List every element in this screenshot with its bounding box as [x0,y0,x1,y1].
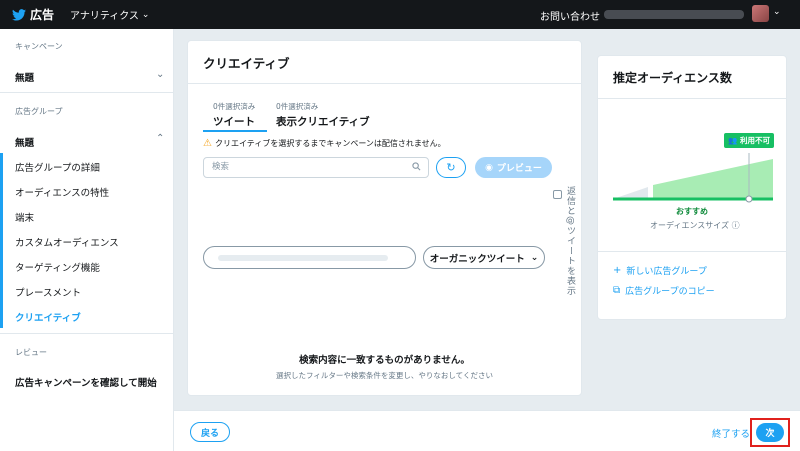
new-adgroup-label: 新しい広告グループ [626,267,707,277]
tab-count: 0件選択済み [213,102,256,111]
search-icon [412,162,421,171]
divider [598,98,786,99]
sidebar-item-creative[interactable]: クリエイティブ [15,310,81,324]
page-title: クリエイティブ [203,56,290,71]
analytics-menu[interactable]: アナリティクス ⌄ [70,7,150,23]
sidebar-item-adgroup-details[interactable]: 広告グループの詳細 [15,160,100,174]
brand-label: 広告 [30,8,55,22]
sidebar-item-review[interactable]: 広告キャンペーンを確認して開始 [15,375,157,389]
next-button-highlight: 次 [750,418,790,447]
audience-estimate-card: 推定オーディエンス数 👥 利用不可 おすすめ オーディエンスサイズ ⓘ + 新し… [597,55,787,320]
copy-adgroup-label: 広告グループのコピー [625,287,715,297]
organic-tweets-dropdown[interactable]: オーガニックツイート ⌄ [423,246,545,269]
chevron-up-icon[interactable]: ⌃ [156,133,164,144]
chevron-down-icon: ⌄ [530,252,539,263]
chevron-down-icon[interactable]: ⌄ [773,7,781,17]
chevron-down-icon[interactable]: ⌄ [156,69,164,80]
sidebar-campaign-name[interactable]: 無題 [15,70,34,84]
refresh-icon: ↻ [446,161,456,174]
review-section-label: レビュー [15,348,47,357]
creative-card: クリエイティブ 0件選択済み ツイート 0件選択済み 表示クリエイティブ ⚠ ク… [187,40,582,396]
empty-state-title: 検索内容に一致するものがありません。 [299,355,470,366]
active-group-indicator [0,153,3,328]
sidebar-item-placement[interactable]: プレースメント [15,285,81,299]
sidebar-item-targeting[interactable]: ターゲティング機能 [15,260,100,274]
unavailable-badge: 👥 利用不可 [724,133,774,148]
tab-count: 0件選択済み [276,102,319,111]
back-button[interactable]: 戻る [190,422,230,442]
refresh-button[interactable]: ↻ [436,157,466,178]
warning-text: クリエイティブを選択するまでキャンペーンは配信されません。 [214,139,446,148]
sidebar: キャンペーン 無題 ⌄ 広告グループ 無題 ⌃ 広告グループの詳細 オーディエン… [0,29,174,451]
audience-title: 推定オーディエンス数 [613,71,732,85]
gauge-low-segment [613,187,648,199]
copy-adgroup-link[interactable]: ⧉ 広告グループのコピー [613,284,715,297]
redacted-account [218,254,388,261]
preview-label: プレビュー [496,164,542,174]
footer-bar: 戻る 終了する 次 [174,410,800,451]
tab-label: 表示クリエイティブ [276,116,370,128]
finish-link[interactable]: 終了する [712,426,750,440]
active-tab-indicator [203,130,267,132]
campaign-section-label: キャンペーン [15,42,63,51]
reply-filter-checkbox[interactable] [553,190,562,199]
sidebar-item-custom-audience[interactable]: カスタムオーディエンス [15,235,119,249]
reply-filter-label[interactable]: 返信と@ツイートを表示 [565,186,577,296]
sidebar-adgroup-name[interactable]: 無題 [15,135,34,149]
people-icon: 👥 [728,136,738,145]
adgroup-section-label: 広告グループ [15,107,63,116]
organic-label: オーガニックツイート [429,253,525,265]
audience-size-label: オーディエンスサイズ ⓘ [650,220,740,231]
eye-icon: ◉ [485,162,493,173]
divider [598,251,786,252]
info-icon[interactable]: ⓘ [732,221,740,230]
tab-label: ツイート [213,116,255,128]
avatar[interactable] [752,5,769,22]
copy-icon: ⧉ [613,285,621,296]
gauge-recommended-segment [653,159,773,199]
chevron-down-icon: ⌄ [141,9,150,20]
empty-state-subtitle: 選択したフィルターや検索条件を変更し、やりなおしてください [276,371,493,380]
divider [188,83,581,84]
preview-button[interactable]: ◉ プレビュー [475,157,552,178]
search-input[interactable]: 検索 [203,157,429,178]
unavailable-label: 利用不可 [739,136,770,145]
warning-icon: ⚠ [203,138,212,149]
search-placeholder: 検索 [212,162,230,172]
account-filter-dropdown[interactable] [203,246,416,269]
divider [0,333,174,334]
audience-size-text: オーディエンスサイズ [650,221,730,230]
gauge-marker [745,195,753,203]
account-name-redacted[interactable] [604,10,744,19]
new-adgroup-link[interactable]: + 新しい広告グループ [613,264,707,277]
next-button[interactable]: 次 [756,423,784,442]
sidebar-item-devices[interactable]: 端末 [15,210,34,224]
brand[interactable]: 広告 [12,6,54,23]
warning-message: ⚠ クリエイティブを選択するまでキャンペーンは配信されません。 [203,138,446,149]
tab-tweets[interactable]: 0件選択済み ツイート [213,101,255,129]
tab-display-creative[interactable]: 0件選択済み 表示クリエイティブ [276,101,370,129]
plus-icon: + [613,265,622,276]
top-bar: 広告 アナリティクス ⌄ お問い合わせ ⌄ [0,0,800,29]
analytics-label: アナリティクス [70,11,139,22]
sidebar-item-audience-features[interactable]: オーディエンスの特性 [15,185,109,199]
divider [0,92,174,93]
recommended-label: おすすめ [676,207,708,216]
contact-link[interactable]: お問い合わせ [540,8,600,23]
twitter-bird-icon [12,8,26,21]
